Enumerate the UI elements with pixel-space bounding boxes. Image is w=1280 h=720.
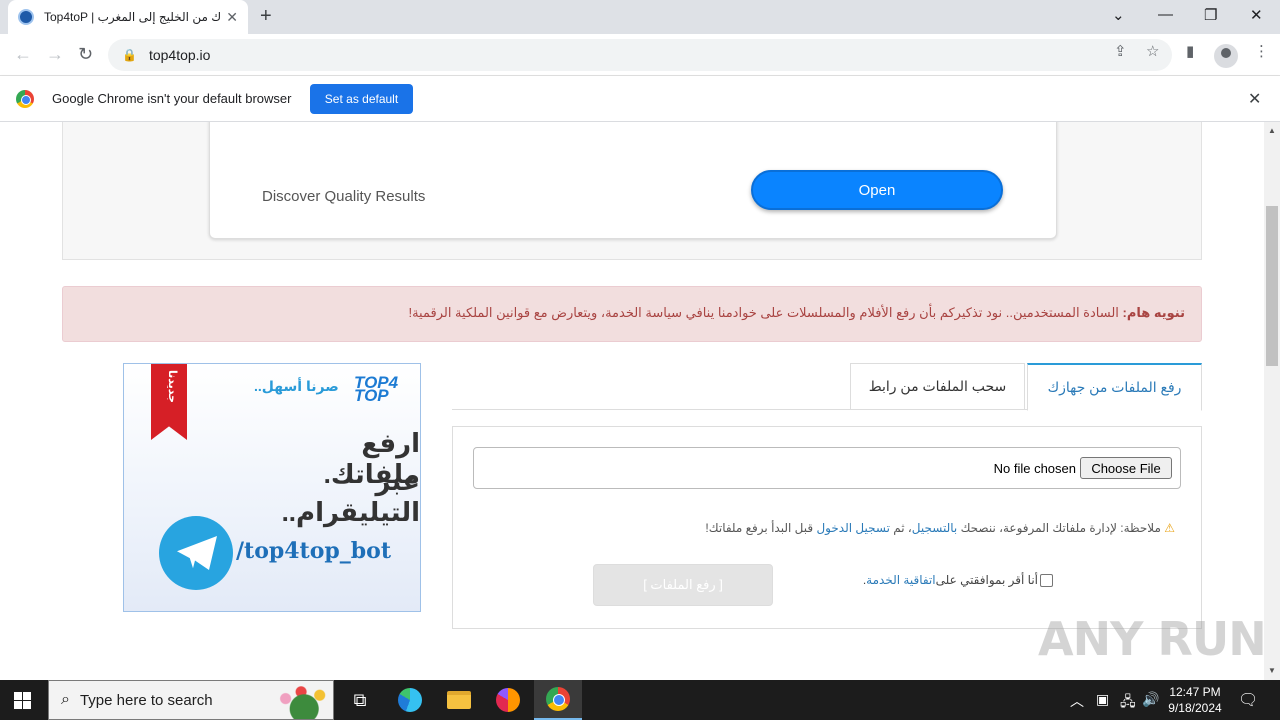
chrome-icon (546, 687, 570, 711)
volume-icon[interactable]: 🔊 (1142, 691, 1159, 708)
tab-upload-from-device[interactable]: رفع الملفات من جهازك (1027, 363, 1202, 411)
taskbar-firefox[interactable] (484, 680, 532, 720)
ad-container: Discover Quality Results Open (62, 122, 1202, 260)
task-view-icon[interactable]: ⧉ (336, 680, 384, 720)
choose-file-button[interactable]: Choose File (1080, 457, 1172, 479)
infobar-close-icon[interactable]: ✕ (1248, 89, 1261, 109)
lock-icon[interactable]: 🔒 (122, 48, 137, 62)
profile-avatar-icon[interactable] (1214, 44, 1238, 68)
agree-text-end: . (862, 573, 867, 587)
terms-agreement: أنا أقر بموافقتي على اتفاقية الخدمة. (863, 573, 1053, 587)
note-text-end: قبل البدأ برفع ملفاتك! (705, 521, 817, 535)
note-text: ملاحظة: لإدارة ملفاتك المرفوعة، ننصحك (957, 521, 1161, 535)
upload-panel: No file chosen Choose File ⚠ ملاحظة: لإد… (452, 426, 1202, 629)
share-icon[interactable]: ⇪ (1114, 42, 1127, 60)
taskbar-edge[interactable] (386, 680, 434, 720)
banner-line-2: عبر التيليقرام.. (281, 466, 420, 527)
windows-taskbar: ⌕ Type here to search ⧉ ︿ ▣ 🖧 🔊 12:47 PM… (0, 680, 1280, 720)
ad-open-button[interactable]: Open (751, 170, 1003, 210)
agree-text: أنا أقر بموافقتي على (935, 573, 1038, 587)
registration-note: ⚠ ملاحظة: لإدارة ملفاتك المرفوعة، ننصحك … (705, 521, 1175, 535)
upload-files-button[interactable]: [ رفع الملفات ] (593, 564, 773, 606)
clock-time: 12:47 PM (1169, 685, 1221, 699)
browser-tab[interactable]: Top4toP | ك من الخليج إلى المغرب ✕ (8, 0, 248, 34)
login-link[interactable]: تسجيل الدخول (816, 521, 889, 535)
search-highlight-icon (267, 685, 329, 719)
reload-icon[interactable]: ↻ (78, 44, 93, 65)
taskbar-chrome[interactable] (534, 680, 582, 720)
banner-slogan: صرنا أسهل.. (254, 378, 339, 394)
page-viewport: Discover Quality Results Open تنويه هام:… (0, 122, 1264, 680)
network-icon[interactable]: 🖧 (1120, 691, 1136, 715)
top4top-logo: TOP4 TOP (354, 373, 399, 405)
page-scrollbar[interactable]: ▲ ▼ (1264, 122, 1280, 680)
tab-title: Top4toP | ك من الخليج إلى المغرب (44, 10, 221, 24)
register-link[interactable]: بالتسجيل (912, 521, 957, 535)
url-text: top4top.io (148, 47, 211, 63)
warning-icon: ⚠ (1164, 521, 1175, 535)
tab-strip: Top4toP | ك من الخليج إلى المغرب ✕ + ⌄ —… (0, 0, 1280, 34)
bookmark-star-icon[interactable]: ☆ (1146, 42, 1159, 60)
side-panel-icon[interactable]: ▮ (1186, 42, 1194, 60)
tab-close-icon[interactable]: ✕ (226, 9, 238, 26)
windows-start-icon[interactable] (14, 692, 31, 709)
note-text-mid: ، ثم (889, 521, 912, 535)
close-window-button[interactable]: ✕ (1250, 6, 1263, 24)
site-favicon-icon (18, 9, 34, 25)
alert-title: تنويه هام: (1122, 305, 1185, 320)
copyright-alert: تنويه هام: السادة المستخدمين.. نود تذكير… (62, 286, 1202, 342)
notification-icon[interactable]: 🗨 (1238, 690, 1258, 710)
browser-toolbar: ← → ↻ 🔒 top4top.io ⇪ ☆ ▮ ⋮ (0, 34, 1280, 76)
menu-kebab-icon[interactable]: ⋮ (1254, 42, 1269, 60)
forward-arrow-icon[interactable]: → (46, 44, 64, 65)
infobar-message: Google Chrome isn't your default browser (52, 91, 292, 106)
taskbar-clock[interactable]: 12:47 PM 9/18/2024 (1160, 684, 1230, 716)
back-arrow-icon[interactable]: ← (14, 44, 32, 65)
scroll-up-icon[interactable]: ▲ (1268, 126, 1276, 135)
tray-chevron-icon[interactable]: ︿ (1070, 691, 1084, 711)
file-status: No file chosen (993, 461, 1076, 476)
edge-icon (398, 688, 422, 712)
taskbar-file-explorer[interactable] (435, 680, 483, 720)
scroll-down-icon[interactable]: ▼ (1268, 666, 1276, 675)
scroll-thumb[interactable] (1266, 206, 1278, 366)
alert-text: السادة المستخدمين.. نود تذكيركم بأن رفع … (408, 305, 1123, 320)
search-icon: ⌕ (61, 691, 70, 708)
anyrun-watermark: ANY RUN (1038, 612, 1267, 666)
telegram-bot-banner[interactable]: جديدنا TOP4 TOP صرنا أسهل.. ارفع ملفاتك. … (123, 363, 421, 612)
taskbar-search-box[interactable]: ⌕ Type here to search (48, 680, 334, 720)
chrome-logo-icon (16, 90, 34, 108)
file-input[interactable]: No file chosen Choose File (473, 447, 1181, 489)
folder-icon (447, 691, 471, 709)
firefox-icon (496, 688, 520, 712)
default-browser-infobar: Google Chrome isn't your default browser… (0, 76, 1280, 122)
tab-fetch-from-link[interactable]: سحب الملفات من رابط (850, 363, 1025, 410)
bot-handle: /top4top_bot (236, 538, 391, 564)
ribbon-text: جديدنا (166, 370, 178, 404)
tab-search-icon[interactable]: ⌄ (1112, 6, 1125, 24)
tray-device-icon[interactable]: ▣ (1096, 691, 1109, 708)
ad-card[interactable]: Discover Quality Results Open (209, 122, 1057, 239)
minimize-button[interactable]: — (1158, 6, 1173, 23)
clock-date: 9/18/2024 (1168, 701, 1222, 715)
restore-button[interactable]: ❐ (1204, 6, 1217, 24)
address-bar[interactable]: 🔒 top4top.io (108, 39, 1172, 71)
set-as-default-button[interactable]: Set as default (310, 84, 413, 114)
ad-text: Discover Quality Results (262, 188, 426, 205)
new-tab-button[interactable]: + (260, 5, 272, 28)
terms-checkbox[interactable] (1040, 573, 1053, 587)
search-placeholder: Type here to search (79, 691, 213, 709)
terms-link[interactable]: اتفاقية الخدمة (866, 573, 935, 587)
